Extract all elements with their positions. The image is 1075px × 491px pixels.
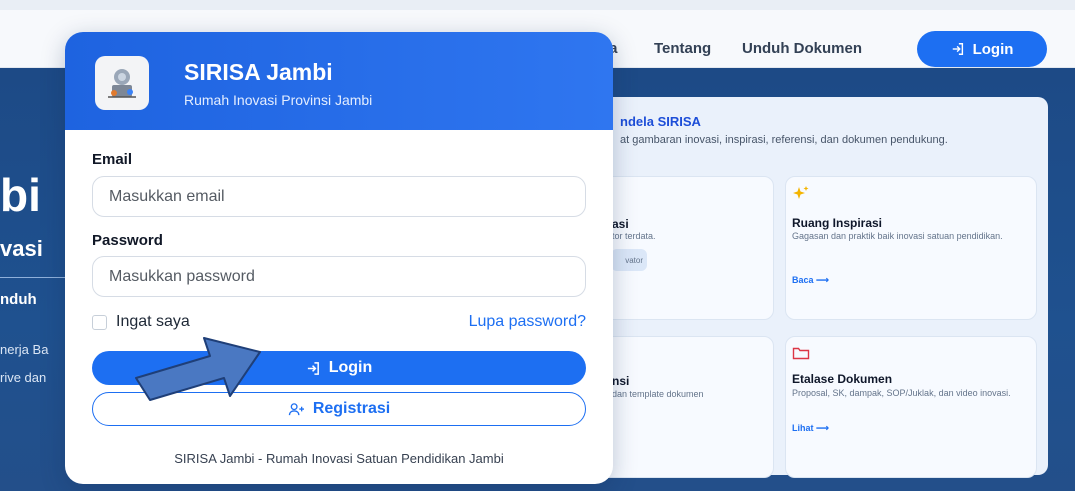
card-link-lihat[interactable]: Lihat ⟶ [792, 423, 829, 434]
forgot-password-link[interactable]: Lupa password? [469, 313, 586, 331]
nav-login-button[interactable]: Login [917, 31, 1047, 67]
email-field[interactable] [92, 176, 586, 217]
password-label: Password [92, 232, 163, 249]
remember-label: Ingat saya [116, 313, 190, 330]
card-title: Ruang Inspirasi [792, 216, 883, 230]
top-strip [0, 0, 1075, 10]
card-title: asi [612, 217, 629, 231]
card-etalase-dokumen[interactable] [785, 336, 1037, 478]
modal-subtitle: Rumah Inovasi Provinsi Jambi [184, 92, 373, 108]
login-icon [952, 43, 963, 55]
jendela-title: ndela SIRISA [620, 114, 701, 129]
modal-title: SIRISA Jambi [184, 59, 333, 85]
card-title: nsi [612, 374, 630, 388]
app-logo [95, 56, 149, 110]
jendela-subtitle: at gambaran inovasi, inspirasi, referens… [620, 134, 948, 146]
password-field[interactable] [92, 256, 586, 297]
annotation-arrow-icon [135, 337, 261, 401]
login-icon [307, 361, 319, 375]
card-button-label: vator [625, 255, 643, 265]
user-plus-icon [288, 402, 304, 415]
hero-title-partial: bi [0, 169, 41, 221]
hero-divider [0, 277, 70, 278]
email-label: Email [92, 151, 133, 168]
card-link-baca[interactable]: Baca ⟶ [792, 275, 829, 286]
card-inovasi[interactable] [598, 176, 774, 320]
card-desc: Gagasan dan praktik baik inovasi satuan … [792, 231, 1003, 241]
card-desc: tor terdata. [612, 231, 656, 241]
app-logo-image [108, 69, 136, 98]
folder-icon [792, 347, 810, 360]
sparkle-icon [793, 186, 809, 199]
login-button-label: Login [328, 359, 373, 376]
nav-item-unduh-dokumen[interactable]: Unduh Dokumen [742, 40, 862, 57]
login-modal: SIRISA Jambi Rumah Inovasi Provinsi Jamb… [65, 32, 613, 484]
card-button-partial[interactable]: vator [611, 249, 647, 271]
modal-footer: SIRISA Jambi - Rumah Inovasi Satuan Pend… [174, 451, 504, 466]
card-desc: dan template dokumen [612, 389, 704, 399]
register-button-label: Registrasi [312, 400, 391, 417]
hero-download-button-partial[interactable]: nduh [0, 291, 37, 308]
remember-me[interactable]: Ingat saya [92, 313, 190, 331]
card-ruang-inspirasi[interactable] [785, 176, 1037, 320]
hero-subtitle-partial: vasi [0, 236, 43, 261]
hero-text-line1: nerja Ba [0, 342, 49, 357]
nav-login-label: Login [972, 40, 1014, 58]
card-desc: Proposal, SK, dampak, SOP/Juklak, dan vi… [792, 388, 1011, 398]
nav-item-tentang[interactable]: Tentang [654, 40, 711, 57]
modal-header: SIRISA Jambi Rumah Inovasi Provinsi Jamb… [65, 32, 613, 130]
remember-checkbox[interactable] [92, 314, 107, 330]
hero-text-line2: rive dan [0, 370, 47, 385]
card-title: Etalase Dokumen [792, 372, 893, 386]
card-referensi[interactable] [598, 336, 774, 478]
